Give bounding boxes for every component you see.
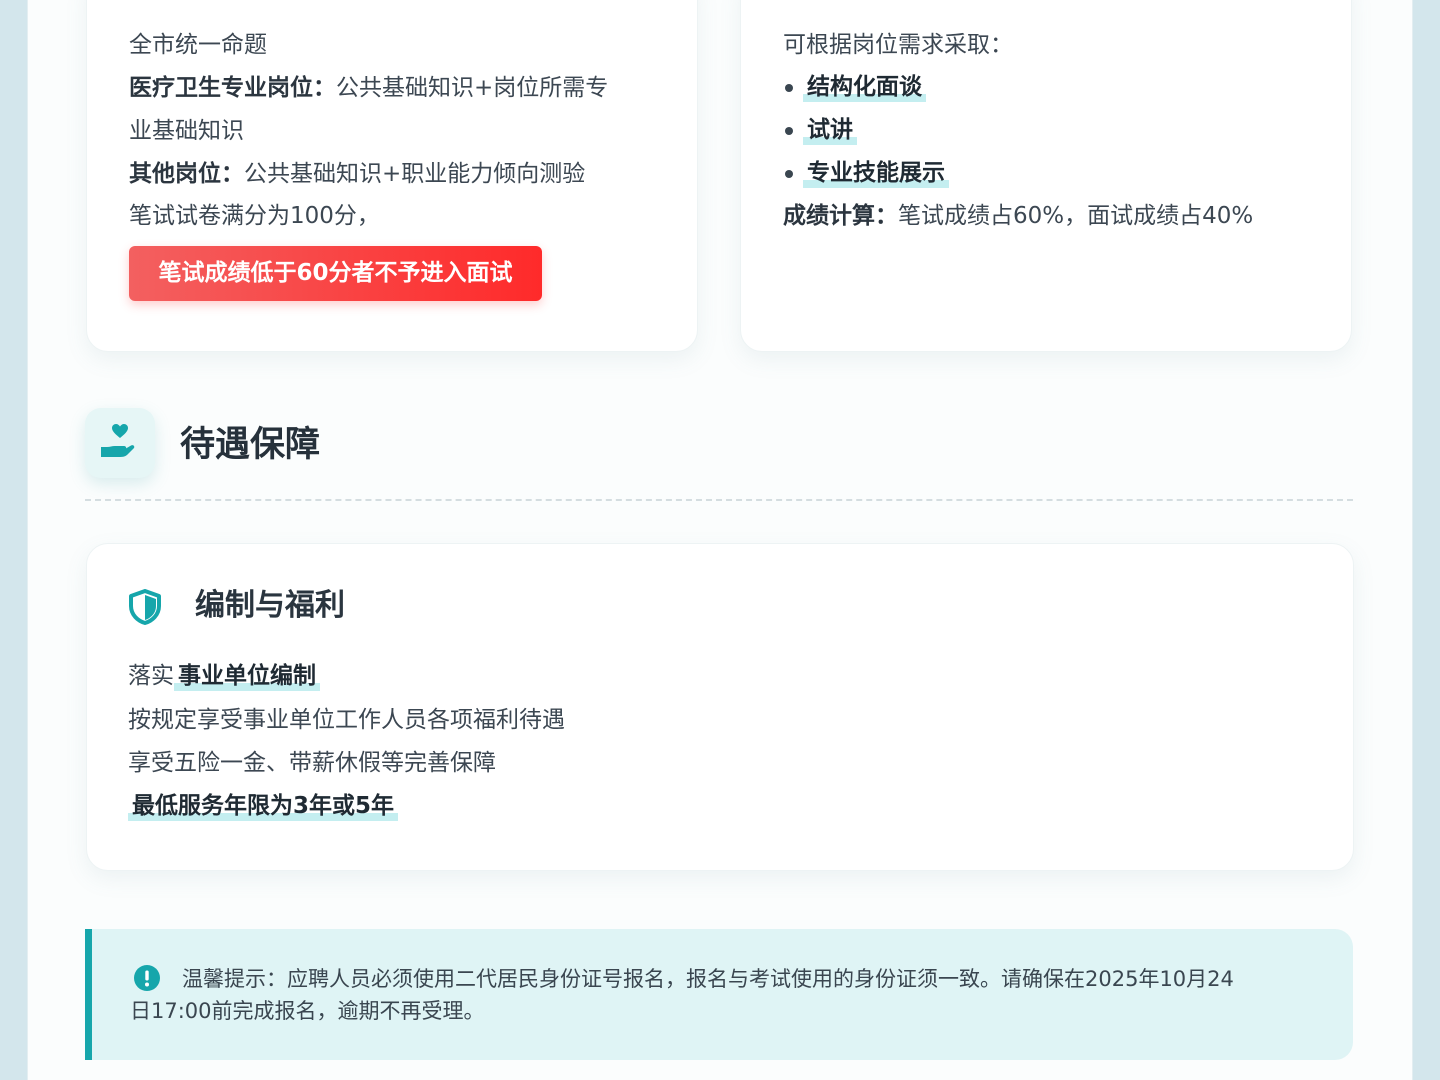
exam-line-medical-cont: 业基础知识 <box>129 118 244 144</box>
bullet-dot <box>785 84 793 92</box>
benefit-line-establishment: 落实 事业单位编制 <box>128 661 320 691</box>
benefit-title: 编制与福利 <box>195 588 345 623</box>
service-years-highlight: 最低服务年限为3年或5年 <box>128 793 399 821</box>
notice-line-1: 温馨提示：应聘人员必须使用二代居民身份证号报名，报名与考试使用的身份证须一致。请… <box>182 967 1234 991</box>
benefit-line-insurance: 享受五险一金、带薪休假等完善保障 <box>128 750 496 776</box>
benefit-line-service: 最低服务年限为3年或5年 <box>128 791 399 821</box>
notice-text: 温馨提示：应聘人员必须使用二代居民身份证号报名，报名与考试使用的身份证须一致。请… <box>130 963 1315 1027</box>
section-divider <box>85 499 1353 501</box>
method-trial-lecture: 试讲 <box>803 117 857 145</box>
warning-badge: 笔试成绩低于60分者不予进入面试 <box>129 246 542 301</box>
bullet-dot <box>785 170 793 178</box>
interview-intro: 可根据岗位需求采取： <box>783 32 1013 58</box>
written-exam-card: 全市统一命题 医疗卫生专业岗位：公共基础知识+岗位所需专 业基础知识 其他岗位：… <box>86 0 698 352</box>
establishment-highlight: 事业单位编制 <box>174 663 320 691</box>
method-item: 试讲 <box>803 115 857 145</box>
notice-box: 温馨提示：应聘人员必须使用二代居民身份证号报名，报名与考试使用的身份证须一致。请… <box>85 929 1353 1060</box>
method-item: 结构化面谈 <box>803 72 926 102</box>
page: 全市统一命题 医疗卫生专业岗位：公共基础知识+岗位所需专 业基础知识 其他岗位：… <box>28 0 1412 1080</box>
establishment-prefix: 落实 <box>128 663 174 689</box>
other-text: 公共基础知识+职业能力倾向测验 <box>244 161 586 187</box>
score-calc-line: 成绩计算：笔试成绩占60%，面试成绩占40% <box>783 201 1253 231</box>
bullet-dot <box>785 127 793 135</box>
exam-line-other: 其他岗位：公共基础知识+职业能力倾向测验 <box>129 159 585 189</box>
calc-text: 笔试成绩占60%，面试成绩占40% <box>898 203 1254 229</box>
notice-line-2: 日17:00前完成报名，逾期不再受理。 <box>130 999 485 1023</box>
method-structured-interview: 结构化面谈 <box>803 74 926 102</box>
calc-label: 成绩计算： <box>783 203 898 229</box>
medical-label: 医疗卫生专业岗位： <box>129 75 336 101</box>
method-skill-demo: 专业技能展示 <box>803 160 949 188</box>
benefit-line-welfare: 按规定享受事业单位工作人员各项福利待遇 <box>128 707 565 733</box>
section-title: 待遇保障 <box>180 425 321 465</box>
other-label: 其他岗位： <box>129 161 244 187</box>
shield-icon <box>129 589 161 625</box>
exam-line-unified: 全市统一命题 <box>129 32 267 58</box>
exam-line-score: 笔试试卷满分为100分， <box>129 203 380 229</box>
method-item: 专业技能展示 <box>803 158 949 188</box>
hand-heart-icon <box>101 424 135 457</box>
interview-card: 可根据岗位需求采取： 结构化面谈 试讲 专业技能展示 成绩计算：笔试成绩占60%… <box>740 0 1352 352</box>
medical-text-a: 公共基础知识+岗位所需专 <box>336 75 609 101</box>
exam-line-medical: 医疗卫生专业岗位：公共基础知识+岗位所需专 <box>129 73 608 103</box>
section-icon-box <box>85 408 155 478</box>
